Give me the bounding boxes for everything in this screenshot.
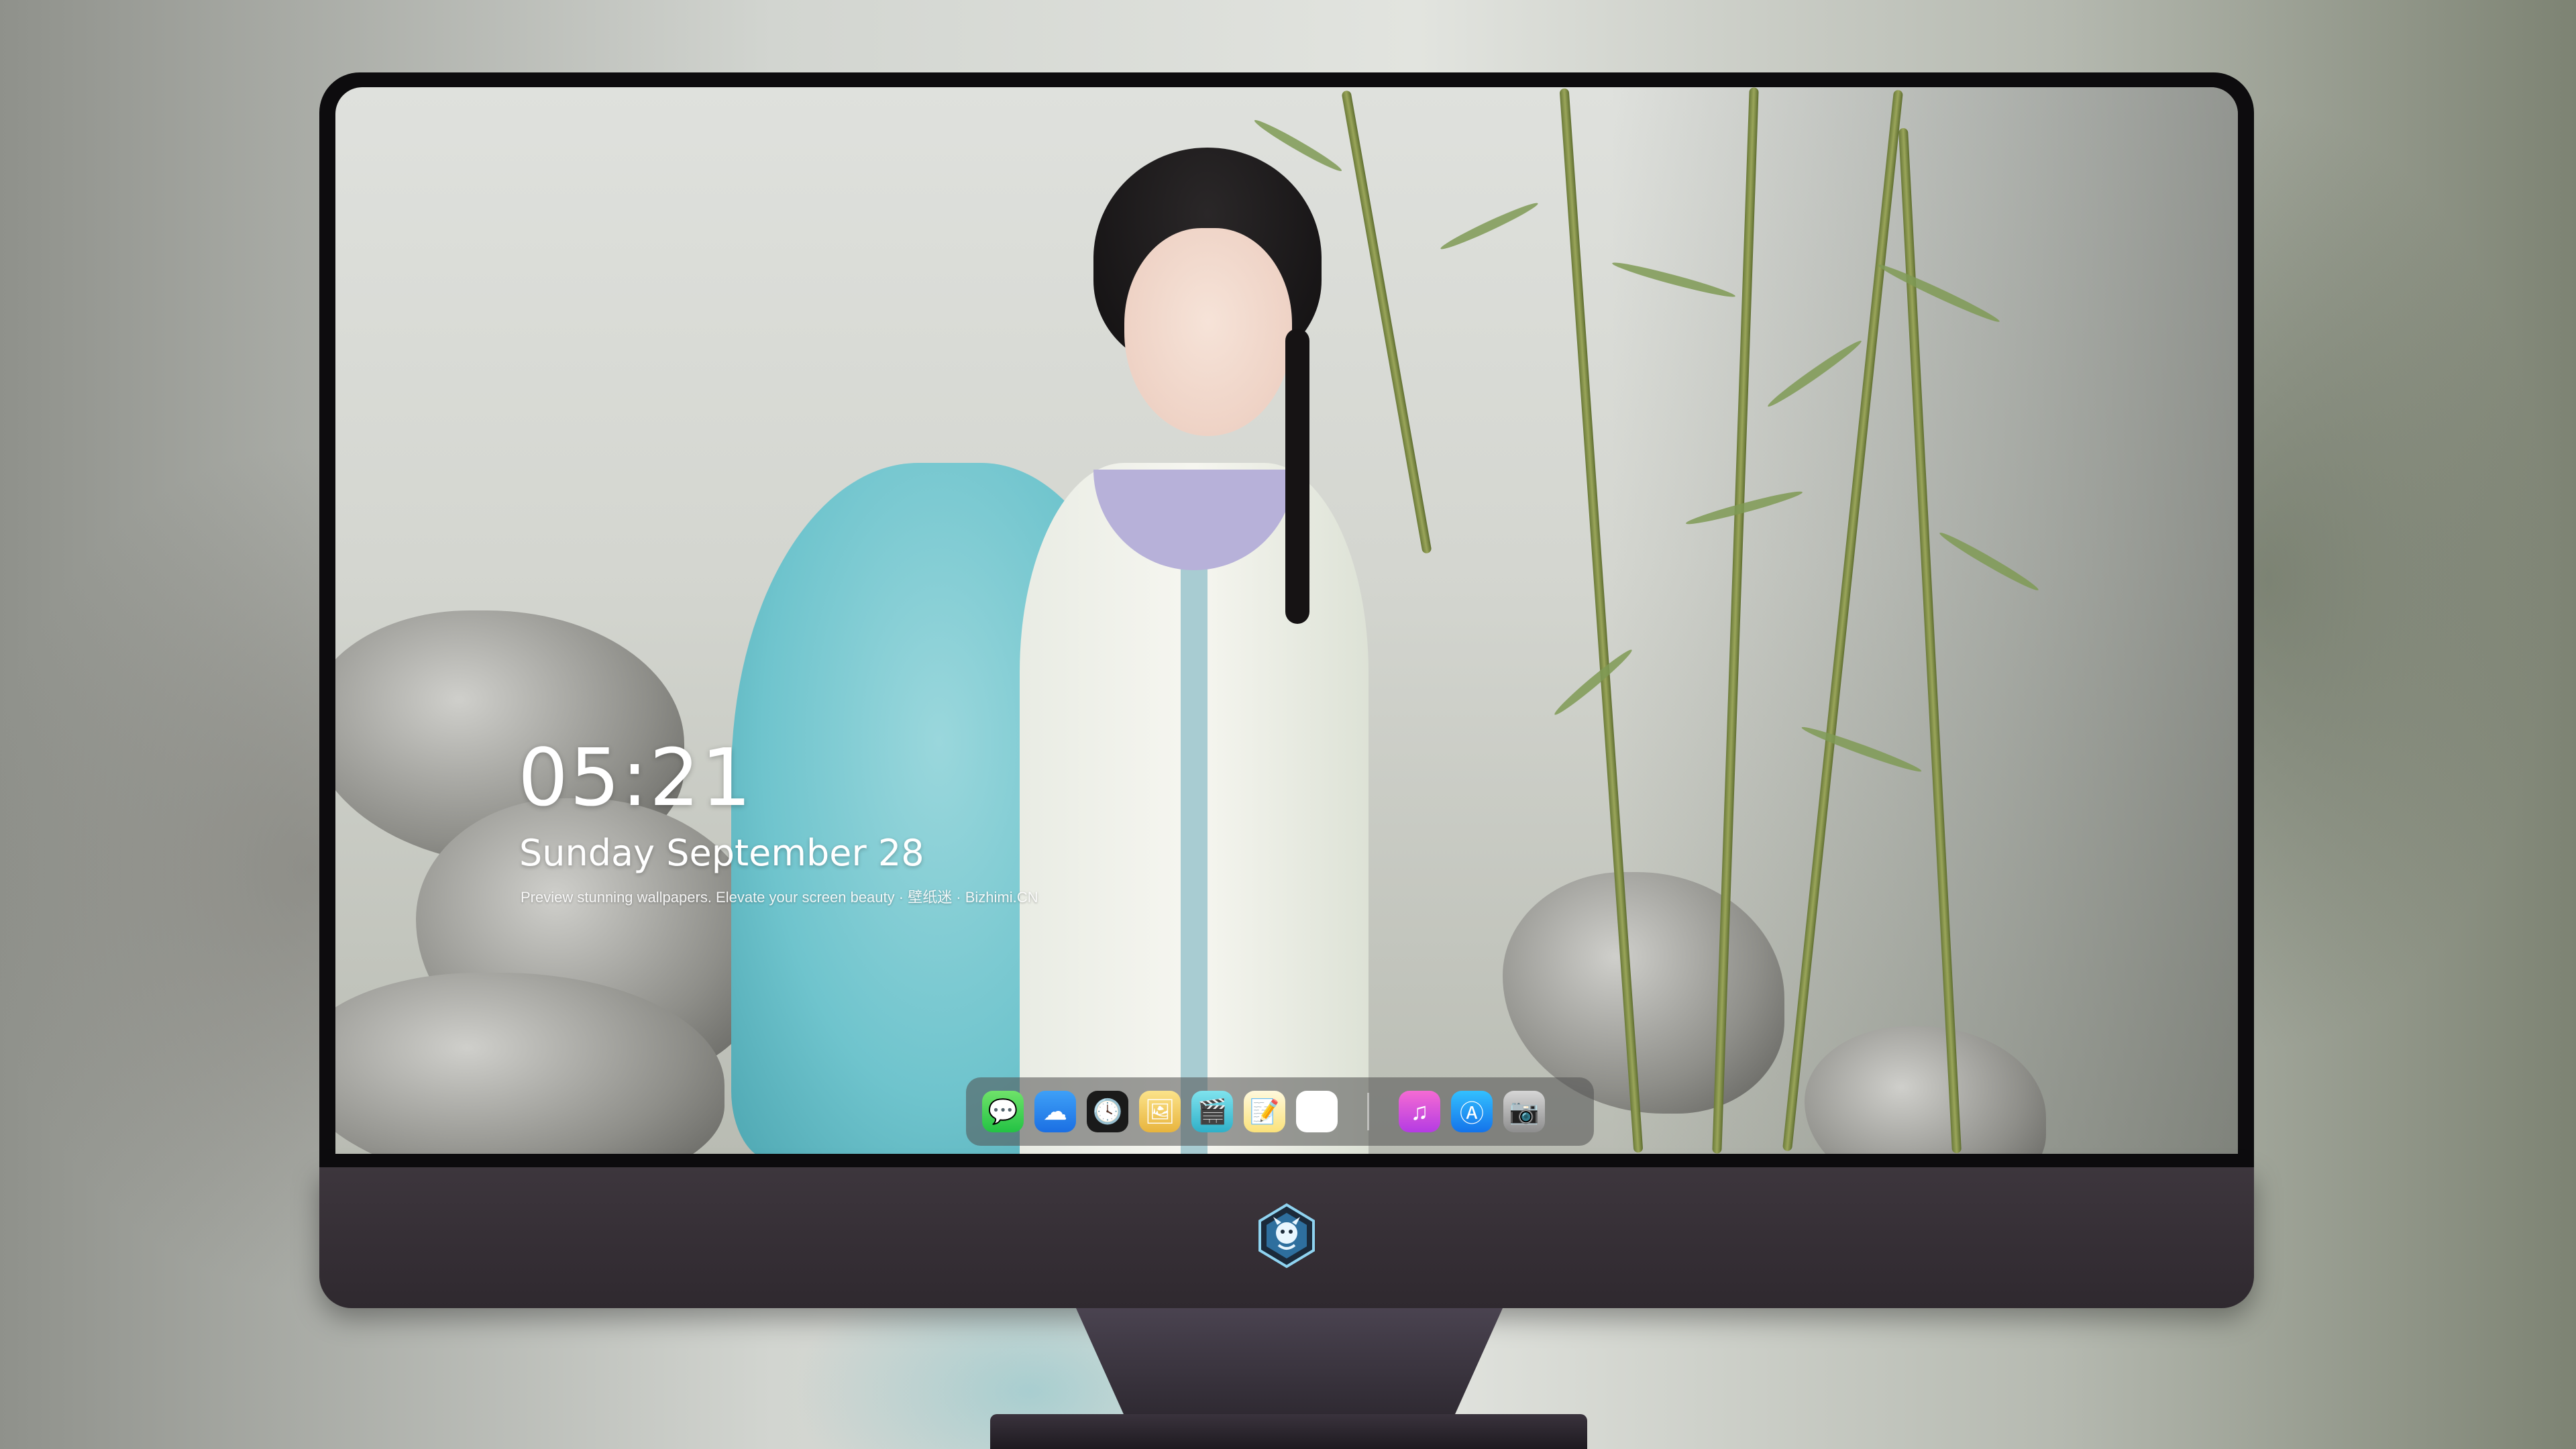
dock: 💬 ☁ 🕓 🖼 🎬 📝 🏞 ♫ Ⓐ 📷	[966, 1077, 1594, 1146]
music-icon[interactable]: ♫	[1399, 1091, 1440, 1132]
figure-trim	[1181, 476, 1208, 1154]
preview-icon[interactable]: 🖼	[1139, 1091, 1181, 1132]
figure-braid	[1285, 329, 1309, 624]
dock-separator	[1367, 1093, 1369, 1130]
figure-face	[1124, 228, 1292, 436]
dragon-badge-icon	[1258, 1203, 1315, 1269]
monitor-chin	[319, 1167, 2254, 1308]
camera-icon[interactable]: 📷	[1503, 1091, 1545, 1132]
lock-screen-date: Sunday September 28	[519, 832, 924, 874]
monitor-bezel: 05:21 Sunday September 28 Preview stunni…	[319, 72, 2254, 1167]
bamboo-leaf	[1438, 199, 1540, 254]
clock-icon[interactable]: 🕓	[1087, 1091, 1128, 1132]
weather-icon[interactable]: ☁	[1034, 1091, 1076, 1132]
monitor: 05:21 Sunday September 28 Preview stunni…	[319, 72, 2254, 1308]
lock-screen-time: 05:21	[518, 731, 753, 824]
monitor-stand	[1076, 1308, 1503, 1422]
wallpaper-tagline: Preview stunning wallpapers. Elevate you…	[521, 889, 1038, 906]
bamboo-stalk	[1341, 90, 1432, 554]
clips-icon[interactable]: 🎬	[1191, 1091, 1233, 1132]
messages-icon[interactable]: 💬	[982, 1091, 1024, 1132]
screen-wallpaper: 05:21 Sunday September 28 Preview stunni…	[335, 87, 2238, 1154]
notes-icon[interactable]: 📝	[1244, 1091, 1285, 1132]
photo-booth-icon[interactable]: 🏞	[1296, 1091, 1338, 1132]
app-store-icon[interactable]: Ⓐ	[1451, 1091, 1493, 1132]
monitor-stand-base	[990, 1414, 1587, 1449]
